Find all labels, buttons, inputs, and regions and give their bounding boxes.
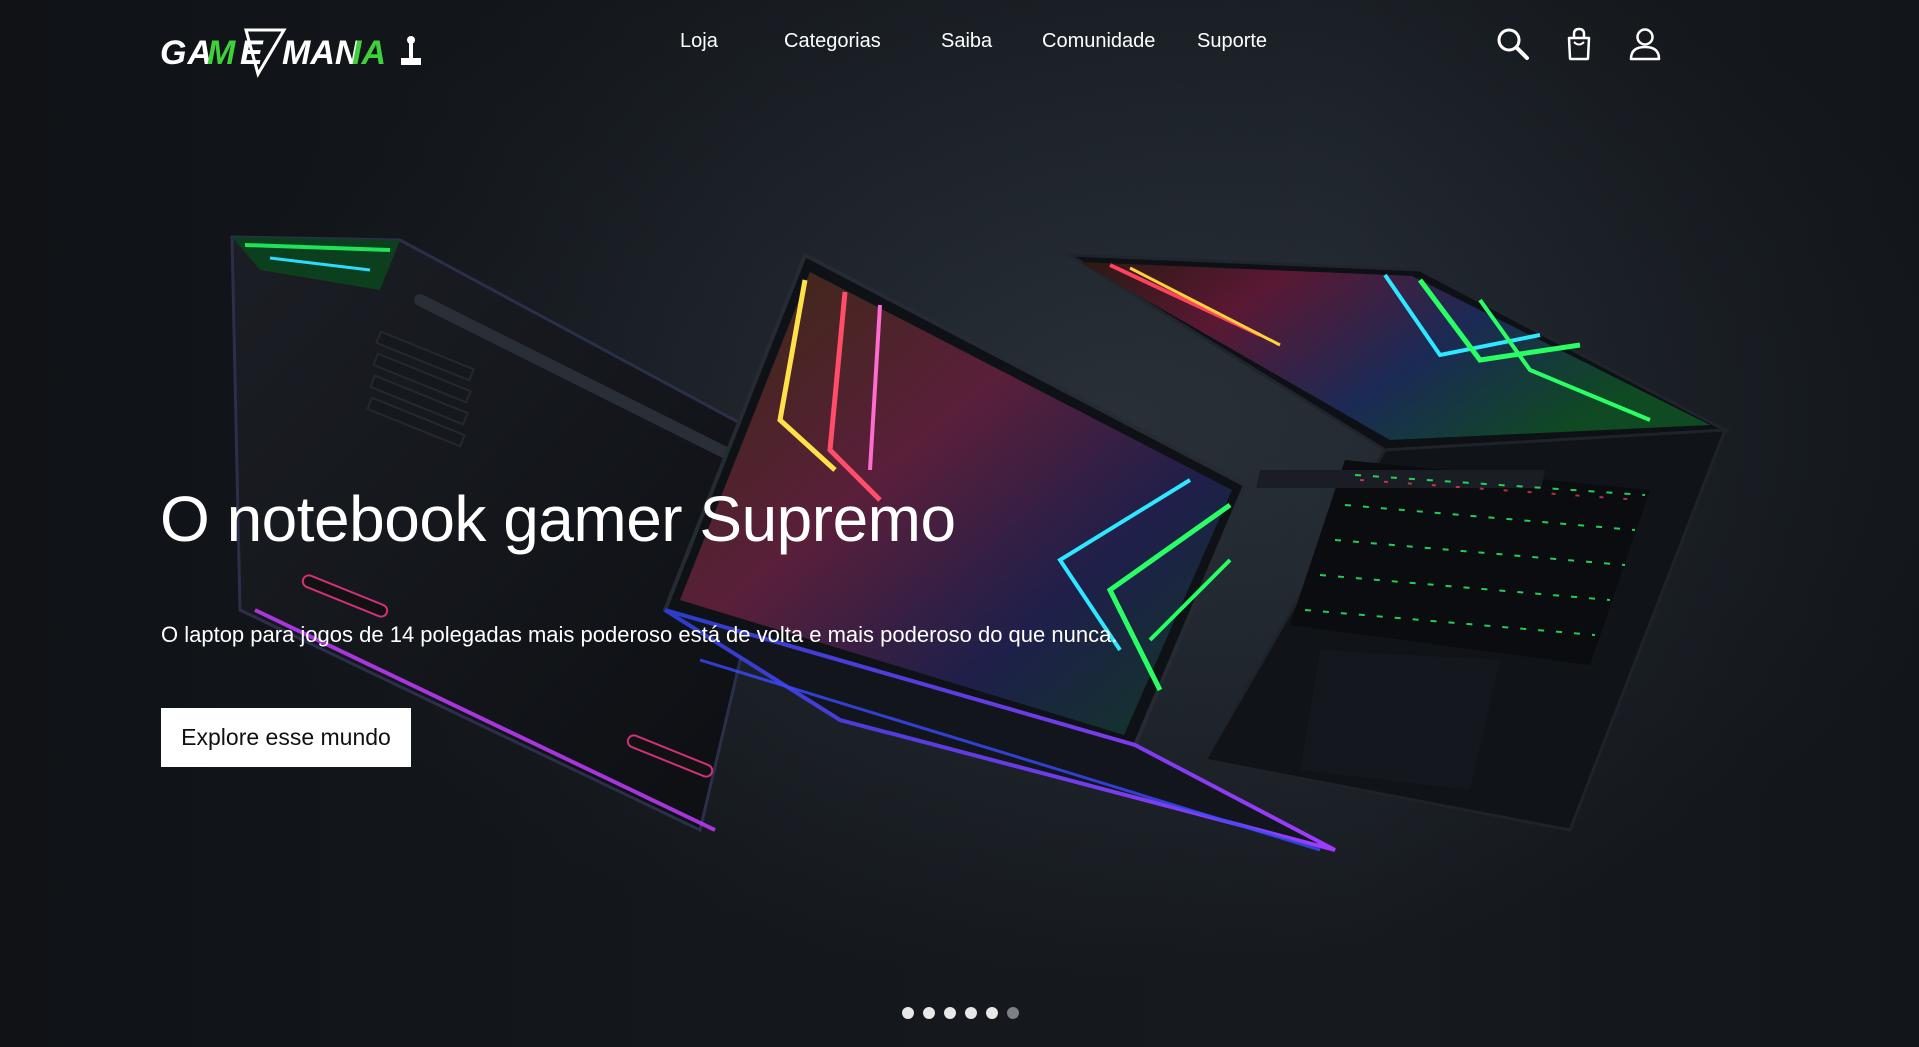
search-button[interactable] bbox=[1495, 26, 1531, 62]
carousel-dot-1[interactable] bbox=[902, 1007, 914, 1019]
nav-item-categorias[interactable]: Categorias bbox=[784, 30, 881, 53]
user-icon bbox=[1629, 28, 1661, 61]
hero-title: O notebook gamer Supremo bbox=[160, 483, 956, 555]
account-button[interactable] bbox=[1627, 26, 1663, 62]
site-header: GA M E MAN IA Loja Categorias Saiba Comu… bbox=[0, 0, 1919, 90]
explore-button[interactable]: Explore esse mundo bbox=[161, 708, 411, 767]
nav-item-loja[interactable]: Loja bbox=[680, 30, 718, 53]
carousel-dot-6[interactable] bbox=[1007, 1007, 1019, 1019]
shopping-bag-icon bbox=[1567, 27, 1591, 61]
carousel-dot-3[interactable] bbox=[944, 1007, 956, 1019]
carousel-dot-4[interactable] bbox=[965, 1007, 977, 1019]
nav-item-comunidade[interactable]: Comunidade bbox=[1042, 30, 1155, 53]
carousel-dot-2[interactable] bbox=[923, 1007, 935, 1019]
search-icon bbox=[1497, 28, 1529, 60]
hero-subtitle: O laptop para jogos de 14 polegadas mais… bbox=[161, 622, 1118, 647]
carousel-dot-5[interactable] bbox=[986, 1007, 998, 1019]
nav-item-saiba[interactable]: Saiba bbox=[941, 30, 992, 53]
hero-banner: GA M E MAN IA Loja Categorias Saiba Comu… bbox=[0, 0, 1919, 1047]
carousel-pagination bbox=[902, 1007, 1019, 1019]
cart-button[interactable] bbox=[1561, 26, 1597, 62]
nav-item-suporte[interactable]: Suporte bbox=[1197, 30, 1267, 53]
